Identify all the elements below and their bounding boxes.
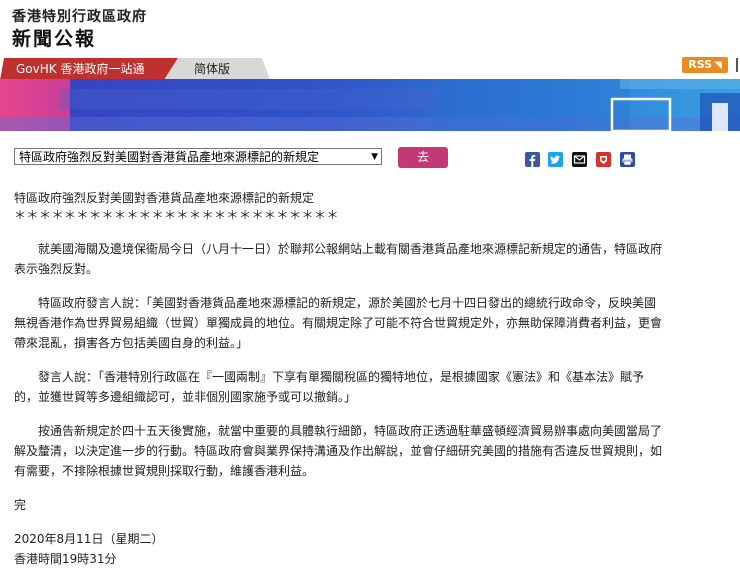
government-name: 香港特別行政區政府 bbox=[12, 9, 147, 25]
govhk-link[interactable]: GovHK 香港政府一站通 bbox=[16, 58, 144, 80]
go-button[interactable]: 去 bbox=[398, 147, 448, 168]
site-header: 香港特別行政區政府 新聞公報 bbox=[0, 0, 740, 60]
title-separator: ＊＊＊＊＊＊＊＊＊＊＊＊＊＊＊＊＊＊＊＊＊＊＊＊＊＊ bbox=[14, 208, 340, 222]
twitter-share-icon[interactable] bbox=[548, 152, 563, 167]
paragraph-4: 按通告新規定於四十五天後實施，就當中重要的具體執行細節，特區政府正透過駐華盛頓經… bbox=[14, 424, 663, 478]
top-navigation: GovHK 香港政府一站通 简体版 bbox=[0, 58, 740, 80]
paragraph-3: 發言人說：「香港特別行政區在『一國兩制』下享有單獨關稅區的獨特地位，是根據國家《… bbox=[14, 370, 645, 404]
facebook-share-icon[interactable] bbox=[525, 152, 540, 167]
end-mark: 完 bbox=[14, 498, 27, 512]
save-bookmark-icon[interactable] bbox=[596, 152, 611, 167]
paragraph-1: 就美國海關及邊境保衞局今日（八月十一日）於聯邦公報網站上載有關香港貨品產地來源標… bbox=[14, 242, 663, 276]
article-title: 特區政府強烈反對美國對香港貨品產地來源標記的新規定 bbox=[14, 191, 315, 205]
press-releases-title[interactable]: 新聞公報 bbox=[12, 24, 96, 51]
release-date: 2020年8月11日（星期二） bbox=[14, 532, 164, 546]
paragraph-2: 特區政府發言人說：「美國對香港貨品產地來源標記的新規定，源於美國於七月十四日發出… bbox=[14, 296, 663, 350]
press-release-body: 特區政府強烈反對美國對香港貨品產地來源標記的新規定 ＊＊＊＊＊＊＊＊＊＊＊＊＊＊… bbox=[14, 188, 664, 569]
release-time: 香港時間19時31分 bbox=[14, 552, 117, 566]
header-banner bbox=[0, 79, 740, 131]
topic-select-value: 特區政府強烈反對美國對香港貨品產地來源標記的新規定 bbox=[19, 150, 320, 164]
rss-feed-icon: ◥ bbox=[714, 60, 722, 71]
chevron-down-icon: ▼ bbox=[371, 152, 378, 162]
simplified-chinese-link[interactable]: 简体版 bbox=[194, 58, 230, 80]
email-share-icon[interactable] bbox=[572, 152, 587, 167]
topic-select[interactable]: 特區政府強烈反對美國對香港貨品產地來源標記的新規定 ▼ bbox=[14, 148, 382, 165]
divider bbox=[736, 58, 738, 72]
print-icon[interactable] bbox=[620, 152, 635, 167]
rss-label: RSS bbox=[688, 58, 713, 71]
rss-button[interactable]: RSS ◥ bbox=[682, 57, 728, 73]
